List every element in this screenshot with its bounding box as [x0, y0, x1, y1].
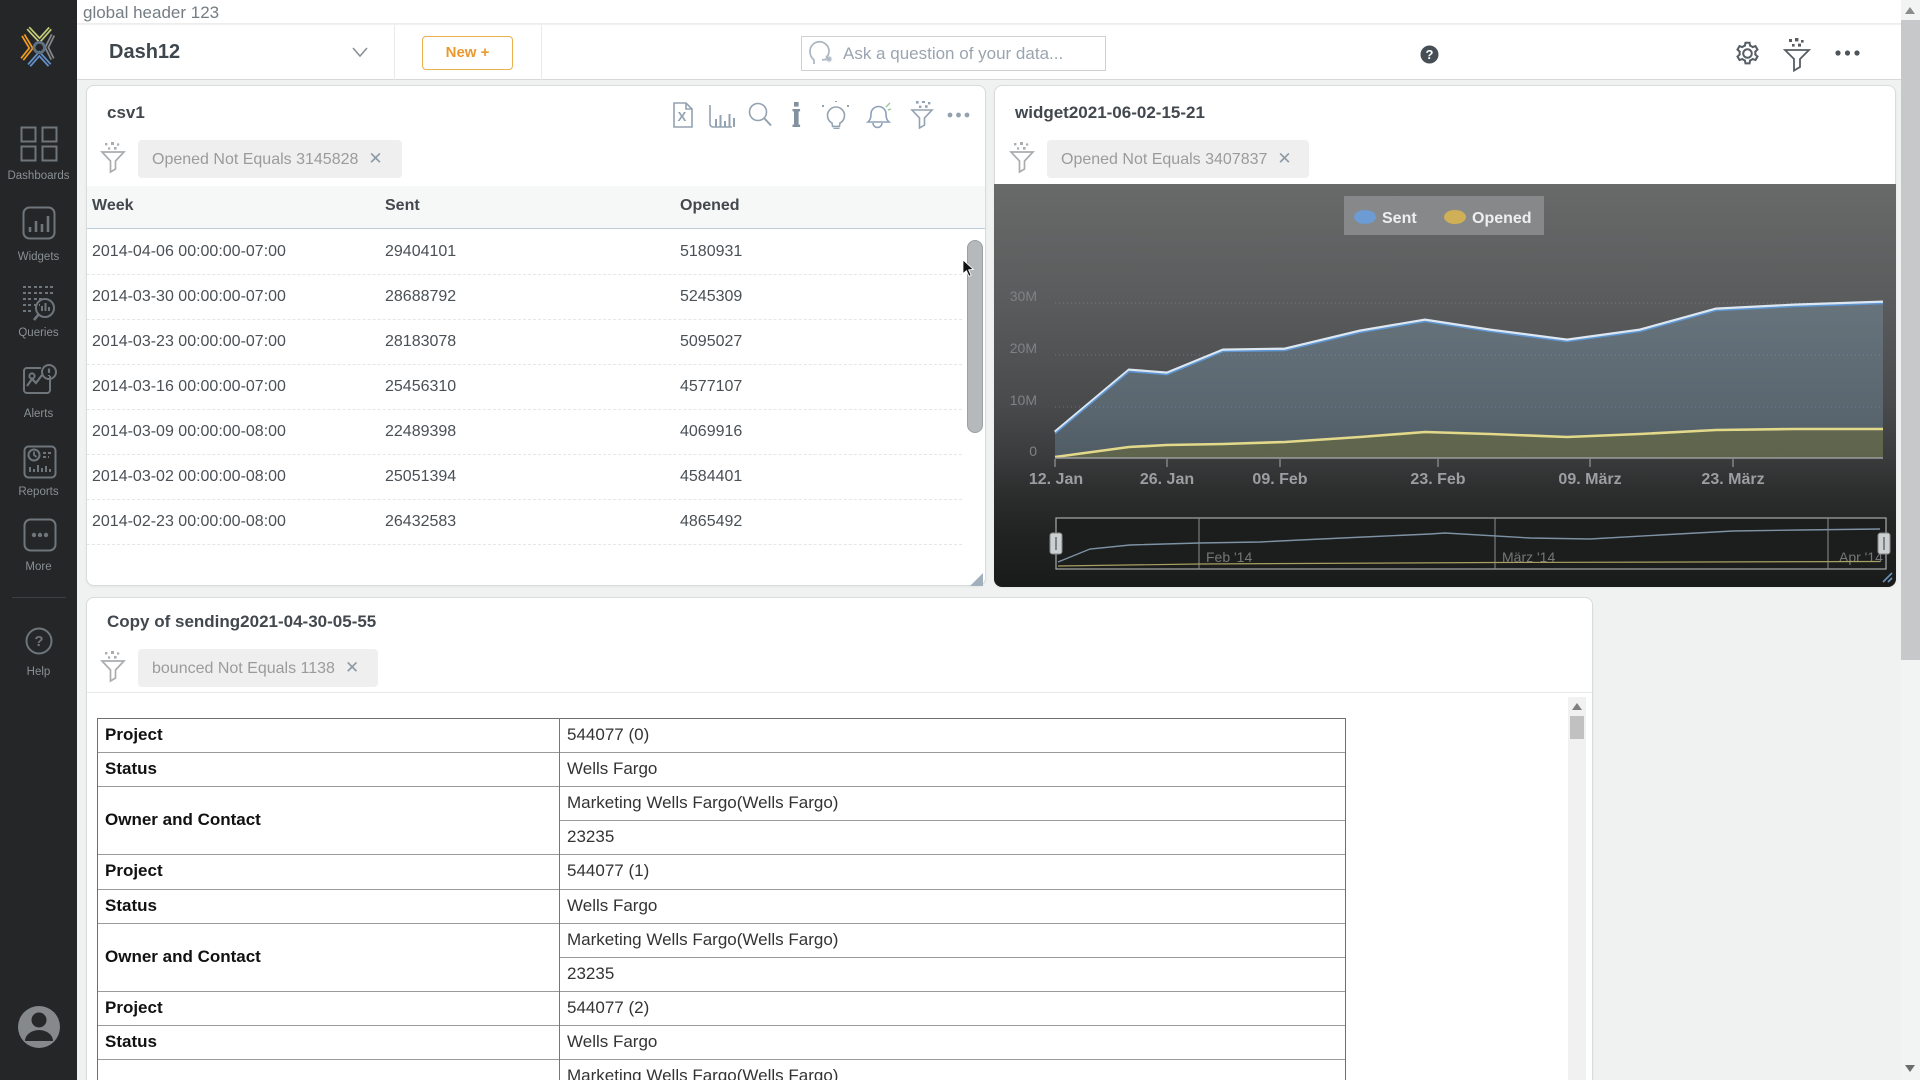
svg-text:?: ?: [1426, 47, 1434, 62]
svg-text:12. Jan: 12. Jan: [1029, 471, 1083, 488]
svg-text:20M: 20M: [1010, 340, 1037, 356]
svg-text:09. Feb: 09. Feb: [1252, 471, 1307, 488]
svg-text:X: X: [678, 109, 687, 124]
svg-text:Apr '14: Apr '14: [1839, 549, 1883, 565]
svg-text:Opened: Opened: [1472, 210, 1532, 227]
svg-text:Sent: Sent: [1382, 210, 1417, 227]
svg-text:23. März: 23. März: [1701, 471, 1764, 488]
svg-text:0: 0: [1029, 443, 1037, 459]
svg-text:23. Feb: 23. Feb: [1410, 471, 1465, 488]
svg-text:Feb '14: Feb '14: [1206, 549, 1252, 565]
svg-text:10M: 10M: [1010, 392, 1037, 408]
svg-text:09. März: 09. März: [1558, 471, 1621, 488]
svg-text:?: ?: [34, 633, 43, 650]
svg-text:30M: 30M: [1010, 288, 1037, 304]
svg-text:26. Jan: 26. Jan: [1140, 471, 1194, 488]
